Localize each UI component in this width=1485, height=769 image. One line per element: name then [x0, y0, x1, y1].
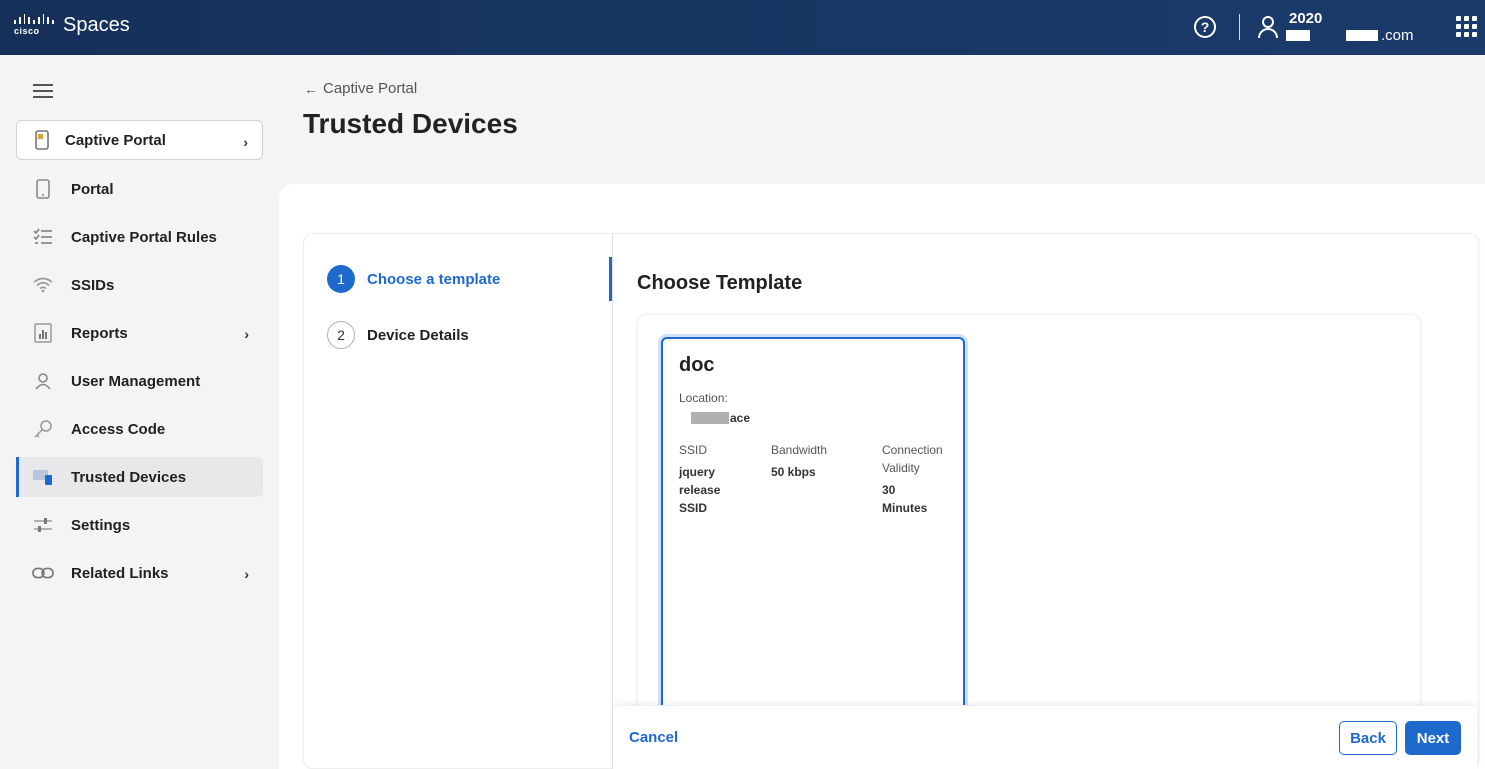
sidebar-item-label: Access Code [71, 420, 166, 438]
hamburger-menu-icon[interactable] [33, 84, 53, 98]
key-icon [32, 418, 54, 440]
user-email-suffix: .com [1381, 27, 1414, 44]
sidebar-item-related-links[interactable]: Related Links › [16, 553, 263, 593]
sidebar-item-user-management[interactable]: User Management [16, 361, 263, 401]
breadcrumb-parent: Captive Portal [323, 80, 418, 97]
sidebar-item-label: Reports [71, 324, 128, 342]
cancel-button[interactable]: Cancel [629, 729, 678, 746]
template-card[interactable]: doc Location: ace SSID jquery release SS… [661, 337, 965, 717]
help-icon[interactable]: ? [1194, 16, 1216, 38]
ssid-value: jquery release SSID [679, 465, 721, 515]
header-divider [1239, 14, 1240, 40]
wizard-step-2[interactable]: 2 Device Details [327, 321, 469, 349]
captive-portal-icon [31, 129, 53, 151]
next-button[interactable]: Next [1405, 721, 1461, 755]
bar-chart-icon [32, 322, 54, 344]
sidebar-item-label: Trusted Devices [71, 468, 187, 486]
sidebar-item-settings[interactable]: Settings [16, 505, 263, 545]
sidebar-item-label: SSIDs [71, 276, 115, 294]
sliders-icon [32, 514, 54, 536]
logo-text: cisco [14, 26, 40, 36]
link-icon [32, 562, 54, 584]
cisco-logo-bars-icon [14, 14, 55, 24]
chevron-right-icon: › [244, 326, 249, 342]
sidebar-parent-captive-portal[interactable]: Captive Portal › [16, 120, 263, 160]
ssid-label: SSID [679, 443, 708, 457]
wizard-step-1[interactable]: 1 Choose a template [327, 265, 500, 293]
bandwidth-column: Bandwidth 50 kbps [771, 441, 861, 481]
cisco-logo[interactable]: cisco [14, 14, 55, 36]
top-bar: cisco Spaces ? 2020 .com [0, 0, 1485, 55]
sidebar-item-captive-portal-rules[interactable]: Captive Portal Rules [16, 217, 263, 257]
location-value-text: ace [730, 411, 751, 425]
sidebar-item-portal[interactable]: Portal [16, 169, 263, 209]
chevron-right-icon: › [243, 134, 248, 150]
step-number: 1 [327, 265, 355, 293]
chevron-right-icon: › [244, 566, 249, 582]
bandwidth-label: Bandwidth [771, 443, 828, 457]
step-label: Choose a template [367, 270, 501, 288]
user-icon [32, 370, 54, 392]
user-email: .com [1286, 27, 1414, 44]
bandwidth-value: 50 kbps [771, 465, 816, 479]
section-indicator [609, 257, 612, 301]
sidebar-item-trusted-devices[interactable]: Trusted Devices [16, 457, 263, 497]
arrow-left-icon: ← [304, 80, 318, 97]
sidebar-parent-label: Captive Portal [65, 131, 166, 149]
sidebar-item-label: Related Links [71, 564, 169, 582]
checklist-icon [32, 226, 54, 248]
user-name: 2020 [1289, 10, 1323, 27]
back-button[interactable]: Back [1339, 721, 1397, 755]
sidebar-item-ssids[interactable]: SSIDs [16, 265, 263, 305]
steps-divider [612, 233, 613, 769]
sidebar-item-label: Settings [71, 516, 131, 534]
step-label: Device Details [367, 326, 469, 344]
validity-value: 30 Minutes [882, 483, 928, 515]
sidebar-item-reports[interactable]: Reports › [16, 313, 263, 353]
section-title: Choose Template [637, 272, 803, 294]
page-title: Trusted Devices [303, 108, 518, 139]
template-name: doc [679, 354, 715, 376]
redacted-block [691, 412, 729, 424]
devices-icon [32, 466, 54, 488]
validity-label: Connection Validity [882, 443, 943, 475]
breadcrumb[interactable]: ← Captive Portal [304, 80, 417, 97]
phone-icon [32, 178, 54, 200]
user-avatar-icon[interactable] [1257, 16, 1279, 38]
location-label: Location: [679, 391, 728, 405]
sidebar-item-label: User Management [71, 372, 201, 390]
app-launcher-icon[interactable] [1456, 16, 1477, 37]
validity-column: Connection Validity 30 Minutes [882, 441, 957, 517]
step-number: 2 [327, 321, 355, 349]
wifi-icon [32, 274, 54, 296]
ssid-column: SSID jquery release SSID [679, 441, 739, 517]
sidebar-item-label: Portal [71, 180, 114, 198]
app-name: Spaces [63, 14, 130, 36]
sidebar-item-label: Captive Portal Rules [71, 228, 217, 246]
location-value: ace [691, 411, 750, 425]
sidebar-item-access-code[interactable]: Access Code [16, 409, 263, 449]
